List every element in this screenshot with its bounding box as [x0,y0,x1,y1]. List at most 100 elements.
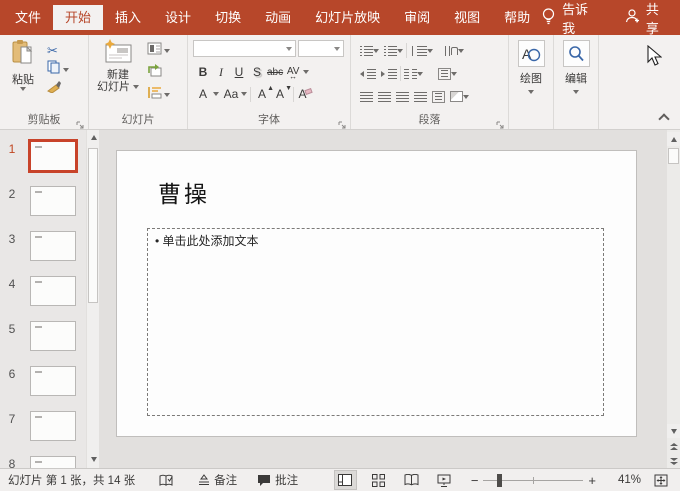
drawing-button[interactable]: A [517,40,545,67]
font-name-combobox[interactable] [193,40,296,57]
tab-insert[interactable]: 插入 [103,5,153,30]
proofing-status-button[interactable] [159,474,174,487]
align-text-icon[interactable] [438,67,451,80]
slide-thumbnail-image[interactable] [30,321,76,351]
reading-view-button[interactable] [400,470,423,490]
font-color-chevron[interactable] [213,92,219,96]
thumbnail-scrollbar[interactable] [86,130,100,468]
slide-thumbnail-6[interactable]: 6 [0,366,99,411]
tab-animations[interactable]: 动画 [253,5,303,30]
zoom-slider-thumb[interactable] [497,474,503,487]
slide-sorter-view-button[interactable] [367,470,390,490]
tab-file[interactable]: 文件 [3,5,53,30]
numbering-icon[interactable] [384,45,397,56]
character-spacing-button[interactable]: AV ↔ [285,66,301,81]
slide-title[interactable]: 曹操 [158,175,210,209]
columns-icon[interactable] [404,68,417,79]
tab-help[interactable]: 帮助 [492,5,542,30]
slide-layout-button[interactable] [145,41,172,60]
reset-slide-button[interactable] [145,63,172,82]
next-slide-button[interactable] [667,455,680,468]
slide-layout-chevron[interactable] [164,48,170,53]
normal-view-button[interactable] [333,470,357,490]
main-scrollbar[interactable] [666,130,680,468]
justify-icon[interactable] [414,91,427,102]
smartart-chevron[interactable] [463,94,469,99]
tab-transitions[interactable]: 切换 [203,5,253,30]
editing-chevron[interactable] [573,90,579,94]
copy-dropdown-chevron[interactable] [63,67,69,72]
slide-thumbnail-image[interactable] [30,411,76,441]
align-left-icon[interactable] [360,91,373,102]
previous-slide-button[interactable] [667,440,680,453]
slide-thumbnail-7[interactable]: 7 [0,411,99,456]
zoom-slider[interactable] [483,473,584,487]
font-name-chevron[interactable] [286,46,292,51]
slide-thumbnail-image[interactable] [30,366,76,396]
paste-dropdown-chevron[interactable] [20,87,26,91]
align-text-chevron[interactable] [451,71,457,76]
convert-smartart-icon[interactable] [450,91,463,102]
slide-thumbnail-image[interactable] [30,186,76,216]
tab-review[interactable]: 审阅 [392,5,442,30]
scrollbar-thumb[interactable] [668,148,679,164]
slide-thumbnail-image[interactable] [28,139,78,173]
new-slide-chevron[interactable] [133,85,140,90]
section-chevron[interactable] [164,92,170,97]
shrink-font-button[interactable]: A ▼ [272,85,292,101]
slide-thumbnail-4[interactable]: 4 [0,276,99,321]
scroll-up-arrow[interactable] [667,132,680,146]
text-direction-chevron[interactable] [458,48,464,53]
scrollbar-thumb[interactable] [88,148,98,303]
change-case-button[interactable]: Aa [223,87,239,101]
zoom-out-button[interactable]: − [466,473,484,488]
italic-button[interactable]: I [213,65,229,80]
font-dialog-launcher[interactable] [338,117,347,129]
bullets-icon[interactable] [360,45,373,56]
slide-thumbnail-2[interactable]: 2 [0,186,99,231]
editing-button[interactable] [562,40,590,67]
decrease-indent-icon[interactable] [360,68,376,79]
slide-thumbnail-image[interactable] [30,231,76,261]
collapse-ribbon-icon[interactable] [658,113,670,125]
clipboard-dialog-launcher[interactable] [76,117,85,129]
tell-me-button[interactable]: 告诉我 [542,0,599,37]
cut-button[interactable]: ✂ [45,41,71,60]
paste-button[interactable]: 粘贴 [3,39,43,113]
scroll-down-arrow[interactable] [667,424,680,438]
slide-thumbnail-8[interactable]: 8 [0,456,99,468]
fit-to-window-button[interactable] [649,470,672,490]
body-text-placeholder[interactable]: • 单击此处添加文本 [147,228,604,416]
tab-home[interactable]: 开始 [53,5,104,30]
line-spacing-chevron[interactable] [427,48,433,53]
slide-thumbnail-5[interactable]: 5 [0,321,99,366]
grow-font-button[interactable]: A ▲ [254,85,274,101]
distribute-columns-icon[interactable] [432,90,445,103]
paragraph-dialog-launcher[interactable] [496,117,505,129]
tab-design[interactable]: 设计 [153,5,203,30]
align-right-icon[interactable] [396,91,409,102]
bold-button[interactable]: B [195,65,211,79]
bullets-chevron[interactable] [373,48,379,53]
change-case-chevron[interactable] [241,92,247,96]
clear-formatting-button[interactable]: A [297,87,313,101]
copy-button[interactable] [45,60,71,79]
zoom-in-button[interactable]: + [583,473,601,488]
columns-chevron[interactable] [417,71,423,76]
slide-thumbnail-image[interactable] [30,456,76,468]
new-slide-button[interactable]: 新建 幻灯片 [92,39,144,113]
align-center-icon[interactable] [378,91,391,102]
numbering-chevron[interactable] [397,48,403,53]
character-spacing-chevron[interactable] [303,70,310,74]
section-button[interactable] [145,85,172,104]
tab-slideshow[interactable]: 幻灯片放映 [303,5,392,30]
comments-button[interactable]: 批注 [257,472,298,488]
slide-thumbnail-3[interactable]: 3 [0,231,99,276]
slide-editing-area[interactable]: 曹操 • 单击此处添加文本 [116,150,637,437]
font-size-chevron[interactable] [334,46,340,51]
strikethrough-button[interactable]: abc [267,67,283,78]
slide-thumbnail-image[interactable] [30,276,76,306]
line-spacing-icon[interactable] [410,45,427,56]
zoom-level[interactable]: 41% [605,474,641,486]
font-size-combobox[interactable] [298,40,344,57]
